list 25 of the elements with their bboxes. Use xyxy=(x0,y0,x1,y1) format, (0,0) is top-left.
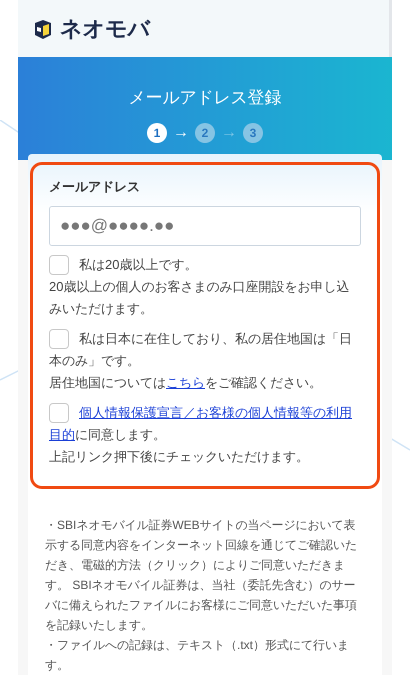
checkbox-note: 20歳以上の個人のお客さまのみ口座開設をお申し込みいただけます。 xyxy=(49,279,350,316)
checkbox[interactable] xyxy=(49,329,69,349)
checkbox-label: 私は20歳以上です。 xyxy=(79,256,198,274)
checkbox-label: 目的に同意します。 xyxy=(49,426,166,444)
email-field[interactable]: ●●●@●●●●.●● xyxy=(49,206,361,246)
checkbox[interactable] xyxy=(49,403,69,423)
page-title: メールアドレス登録 xyxy=(128,87,282,110)
link[interactable]: 個人情報保護宣言／お客様の個人情報等の利用 xyxy=(79,402,352,424)
logo-icon xyxy=(32,18,54,40)
checkbox-note: 居住地国についてはこちら をご確認ください。 xyxy=(49,375,322,390)
checkbox-label: 私は日本に在住しており、私の居住地国は「日 xyxy=(79,330,352,348)
logo-text: ネオモバ xyxy=(60,15,150,44)
notice-paragraph: ・ファイルへの記録は、テキスト（.txt）形式にて行います。 xyxy=(45,637,350,674)
step-indicator: 2 xyxy=(195,122,215,143)
step-indicator: 3 xyxy=(243,122,263,143)
email-label: メールアドレス xyxy=(49,178,141,196)
step-indicator: 1 xyxy=(147,122,167,143)
link[interactable]: 目的 xyxy=(49,427,75,442)
checkbox-note: 上記リンク押下後にチェックいただけます。 xyxy=(49,449,309,464)
arrow: → xyxy=(221,122,237,143)
checkbox[interactable] xyxy=(49,255,69,275)
link[interactable]: こちら xyxy=(166,375,205,390)
checkbox-label: 本のみ」です。 xyxy=(49,352,140,370)
arrow: → xyxy=(173,122,189,143)
notice-paragraph: ・SBIネオモバイル証券WEBサイトの当ページにおいて表示する同意内容をインターネット回線を通じてご確認いただき、電磁的方法（クリック）によりご同意いただきます。 SBIネオモバイル証券は、当社（委託先含む）のサーバに備えられたファイルにお客様にご同意いただいた事項を記録いたします。 xyxy=(45,517,358,634)
